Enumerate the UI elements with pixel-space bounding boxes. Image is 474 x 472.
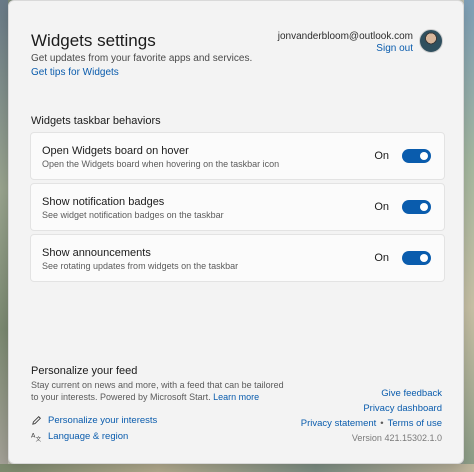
open-on-hover-toggle[interactable] [402, 149, 431, 163]
legal-links-row: Privacy statement • Terms of use [301, 418, 442, 429]
toggle-state-text: On [374, 201, 389, 213]
setting-label: Open Widgets board on hover [42, 145, 189, 157]
setting-description: Open the Widgets board when hovering on … [42, 159, 280, 169]
toggle-knob [420, 203, 428, 211]
toggle-knob [420, 152, 428, 160]
sign-out-link[interactable]: Sign out [376, 43, 413, 54]
language-region-label: Language & region [48, 431, 129, 442]
desktop-wallpaper-bottom [0, 464, 474, 472]
terms-of-use-link[interactable]: Terms of use [388, 418, 442, 429]
widgets-settings-dialog: Widgets settings Get updates from your f… [8, 0, 464, 464]
taskbar-section-title: Widgets taskbar behaviors [31, 115, 161, 127]
setting-description: See widget notification badges on the ta… [42, 210, 224, 220]
get-tips-link[interactable]: Get tips for Widgets [31, 67, 119, 78]
feed-section-title: Personalize your feed [31, 365, 138, 377]
desktop-wallpaper-left [0, 0, 8, 472]
toggle-knob [420, 254, 428, 262]
desktop-wallpaper-right [464, 0, 474, 472]
announcements-toggle[interactable] [402, 251, 431, 265]
setting-label: Show notification badges [42, 196, 165, 208]
give-feedback-link[interactable]: Give feedback [381, 388, 442, 399]
setting-label: Show announcements [42, 247, 151, 259]
svg-text:文: 文 [36, 435, 42, 442]
link-separator: • [380, 418, 384, 429]
notification-badges-toggle[interactable] [402, 200, 431, 214]
pencil-icon [32, 416, 41, 425]
avatar[interactable] [419, 29, 443, 53]
toggle-state-text: On [374, 252, 389, 264]
setting-card-open-on-hover: Open Widgets board on hover Open the Wid… [30, 132, 445, 180]
learn-more-link[interactable]: Learn more [213, 392, 259, 402]
version-text: Version 421.15302.1.0 [351, 433, 442, 443]
setting-card-announcements: Show announcements See rotating updates … [30, 234, 445, 282]
setting-card-notification-badges: Show notification badges See widget noti… [30, 183, 445, 231]
page-subtitle: Get updates from your favorite apps and … [31, 53, 253, 64]
language-icon: A 文 [31, 431, 42, 442]
personalize-interests-label: Personalize your interests [48, 415, 158, 426]
feed-description: Stay current on news and more, with a fe… [31, 379, 291, 403]
setting-description: See rotating updates from widgets on the… [42, 261, 239, 271]
language-region-button[interactable]: A 文 Language & region [31, 431, 128, 442]
privacy-dashboard-link[interactable]: Privacy dashboard [363, 403, 442, 414]
privacy-statement-link[interactable]: Privacy statement [301, 418, 377, 429]
page-title: Widgets settings [31, 31, 156, 50]
personalize-interests-button[interactable]: Personalize your interests [31, 415, 157, 426]
toggle-state-text: On [374, 150, 389, 162]
account-email: jonvanderbloom@outlook.com [277, 31, 413, 42]
